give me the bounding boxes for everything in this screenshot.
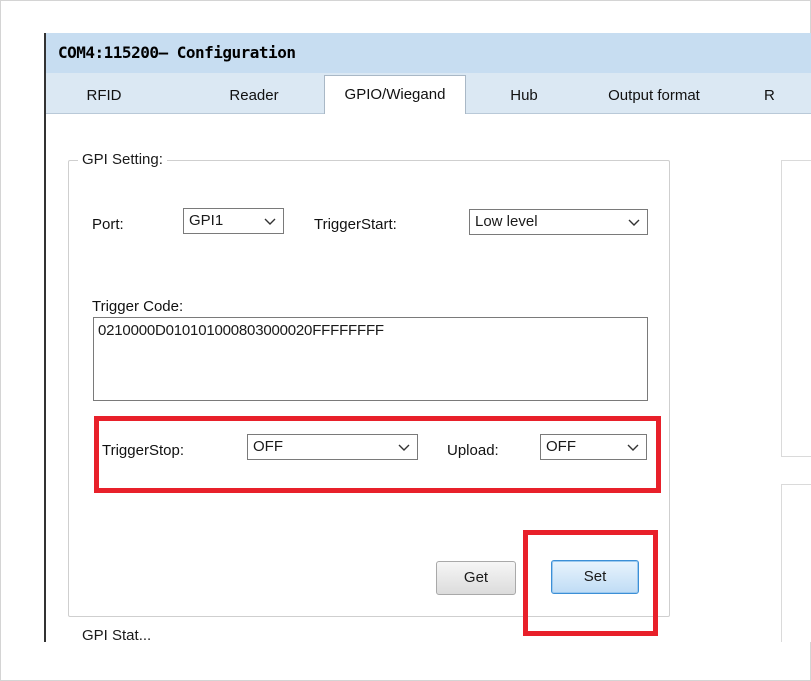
tab-rfid[interactable]: RFID <box>64 80 144 112</box>
window-title: COM4:115200— Configuration <box>58 43 296 62</box>
set-button[interactable]: Set <box>551 560 639 594</box>
trigger-start-label: TriggerStart: <box>314 216 397 233</box>
upload-select[interactable]: OFF <box>540 434 647 460</box>
trigger-code-input[interactable]: 0210000D010101000803000020FFFFFFFF <box>93 317 648 401</box>
tab-reader[interactable]: Reader <box>214 80 294 112</box>
port-label: Port: <box>92 216 124 233</box>
trigger-start-select[interactable]: Low level <box>469 209 648 235</box>
tab-truncated[interactable]: R <box>764 80 794 112</box>
chevron-down-icon <box>398 444 410 451</box>
trigger-stop-value: OFF <box>253 438 283 455</box>
port-value: GPI1 <box>189 212 224 229</box>
screenshot-frame: COM4:115200— Configuration RFID Reader G… <box>0 0 811 681</box>
chevron-down-icon <box>628 219 640 226</box>
right-group-box-bottom <box>781 484 811 642</box>
trigger-start-value: Low level <box>475 213 538 230</box>
trigger-stop-select[interactable]: OFF <box>247 434 418 460</box>
trigger-code-label: Trigger Code: <box>92 298 184 315</box>
trigger-stop-label: TriggerStop: <box>102 442 184 459</box>
tab-hub[interactable]: Hub <box>494 80 554 112</box>
chevron-down-icon <box>264 218 276 225</box>
configuration-window: COM4:115200— Configuration RFID Reader G… <box>44 33 811 642</box>
chevron-down-icon <box>627 444 639 451</box>
gpi-setting-legend: GPI Setting: <box>78 151 167 168</box>
right-group-box-top <box>781 160 811 457</box>
get-button[interactable]: Get <box>436 561 516 595</box>
tab-gpio-wiegand[interactable]: GPIO/Wiegand <box>324 75 466 114</box>
tab-output-format[interactable]: Output format <box>594 80 714 112</box>
upload-value: OFF <box>546 438 576 455</box>
trigger-code-value: 0210000D010101000803000020FFFFFFFF <box>98 322 384 339</box>
upload-label: Upload: <box>447 442 499 459</box>
title-bar: COM4:115200— Configuration <box>46 33 811 73</box>
gpi-status-legend: GPI Stat... <box>78 627 156 642</box>
tab-bar: RFID Reader GPIO/Wiegand Hub Output form… <box>46 73 811 114</box>
tab-content: GPI Setting: Port: GPI1 TriggerStart: Lo… <box>46 114 811 642</box>
port-select[interactable]: GPI1 <box>183 208 284 234</box>
